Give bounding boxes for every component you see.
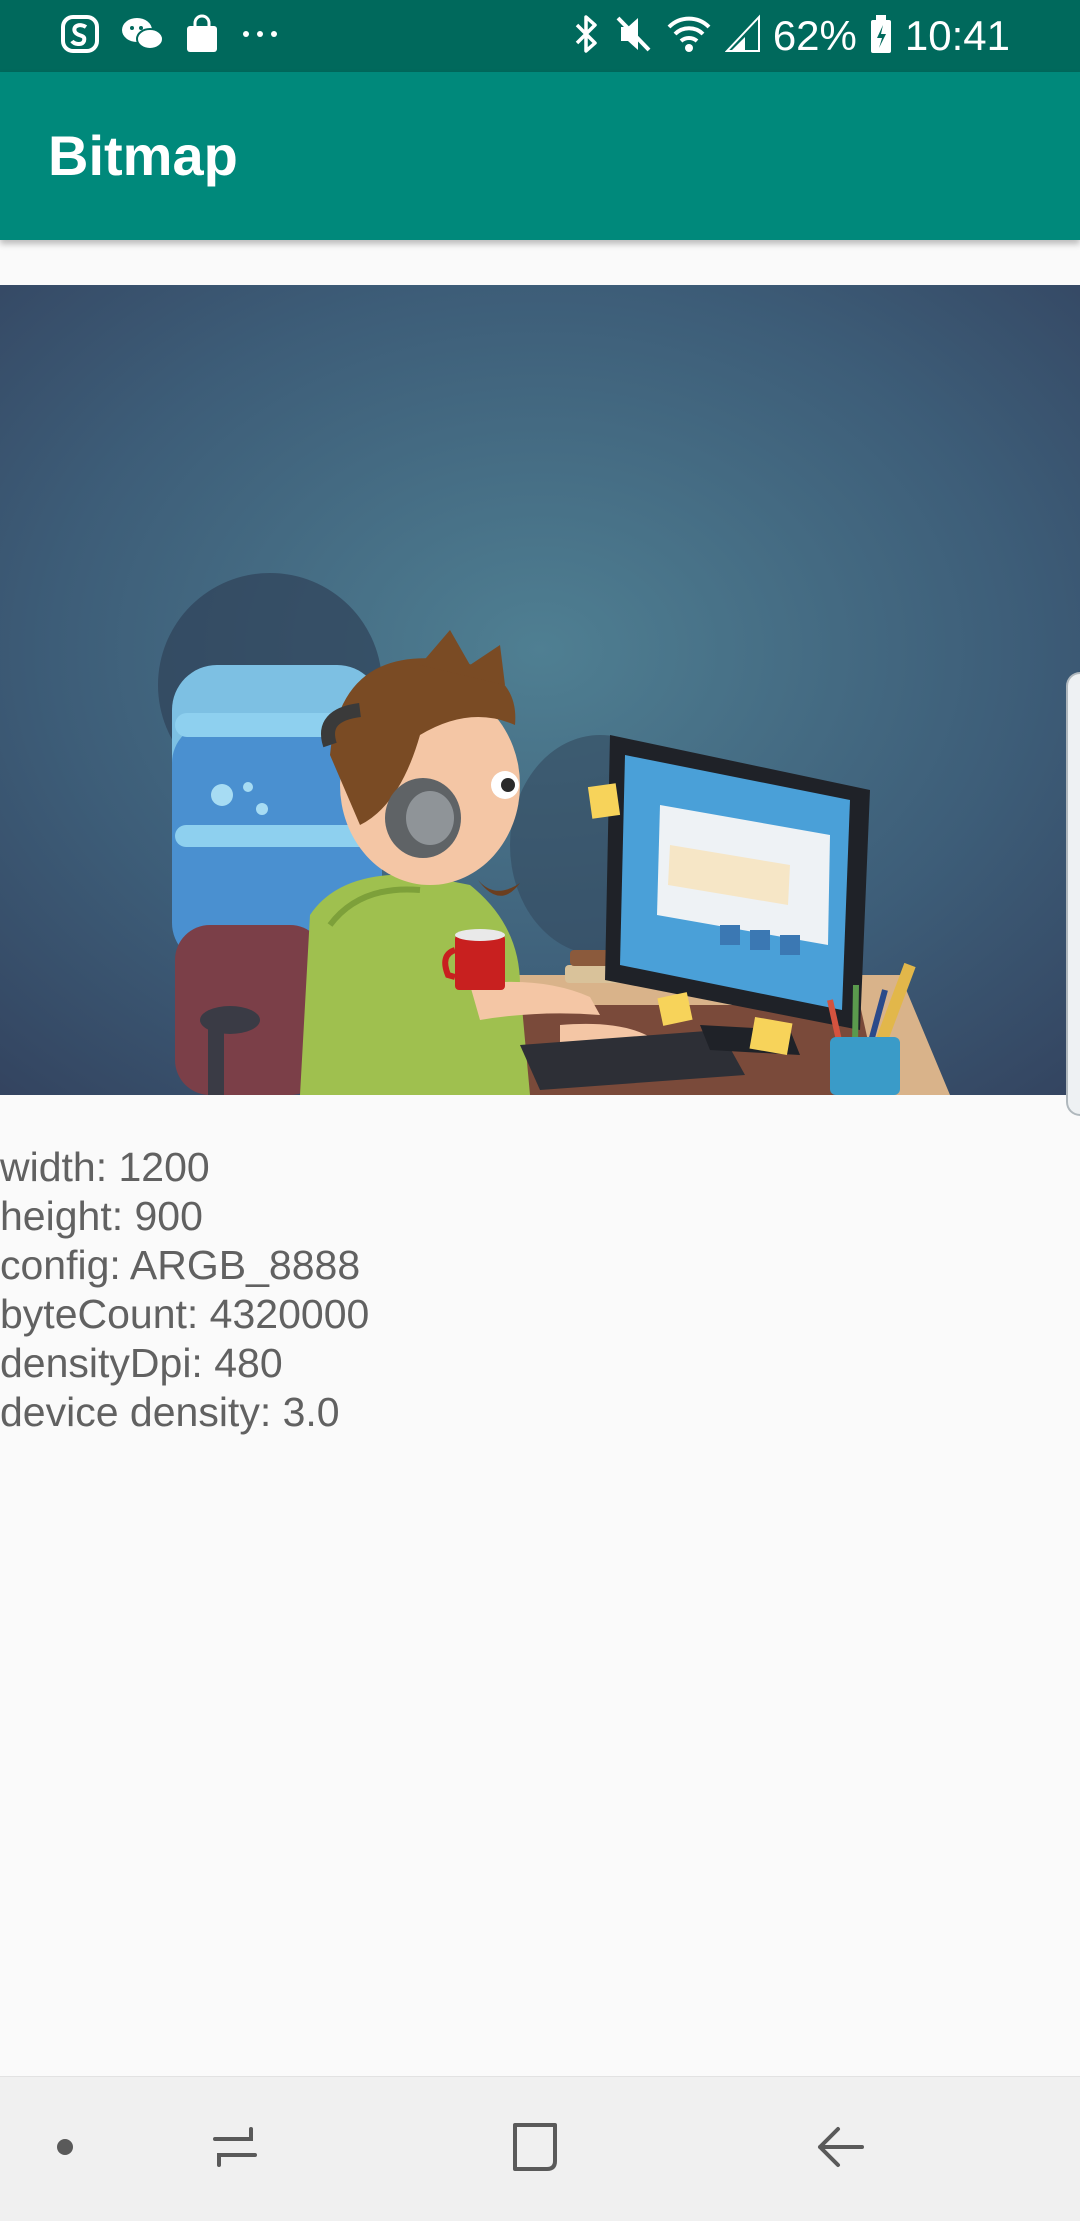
bitmap-image: [0, 285, 1080, 1095]
dot-icon: [55, 2137, 75, 2162]
wechat-icon: [120, 14, 164, 59]
shopping-bag-icon: [184, 14, 220, 59]
more-dots-icon: [240, 14, 280, 59]
mute-icon: [613, 13, 653, 60]
back-icon: [812, 2119, 868, 2180]
home-button[interactable]: [480, 2077, 590, 2221]
navigation-bar: [0, 2076, 1080, 2221]
info-height: height: 900: [0, 1193, 203, 1239]
back-button[interactable]: [785, 2077, 895, 2221]
bitmap-info: width: 1200 height: 900 config: ARGB_888…: [0, 1143, 369, 1437]
system-icons: 62% 10:41: [571, 0, 1010, 72]
app-bar: Bitmap: [0, 72, 1080, 240]
info-density-dpi: densityDpi: 480: [0, 1340, 283, 1386]
recents-button[interactable]: [180, 2077, 290, 2221]
notification-icons: [60, 0, 280, 72]
nav-dot-button[interactable]: [30, 2077, 100, 2221]
home-icon: [507, 2119, 563, 2180]
bluetooth-icon: [571, 13, 601, 60]
swiftkey-icon: [60, 14, 100, 59]
edge-panel-handle[interactable]: [1066, 672, 1080, 1116]
battery-percent: 62%: [772, 12, 857, 59]
signal-icon: [724, 13, 761, 60]
info-device-density: device density: 3.0: [0, 1389, 340, 1435]
status-bar: 62% 10:41: [0, 0, 1080, 72]
wifi-icon: [665, 13, 713, 60]
recents-icon: [207, 2119, 263, 2180]
clock: 10:41: [904, 12, 1010, 59]
info-width: width: 1200: [0, 1144, 210, 1190]
info-config: config: ARGB_8888: [0, 1242, 361, 1288]
battery-icon: [869, 13, 893, 60]
info-byte-count: byteCount: 4320000: [0, 1291, 370, 1337]
app-title: Bitmap: [48, 124, 238, 187]
